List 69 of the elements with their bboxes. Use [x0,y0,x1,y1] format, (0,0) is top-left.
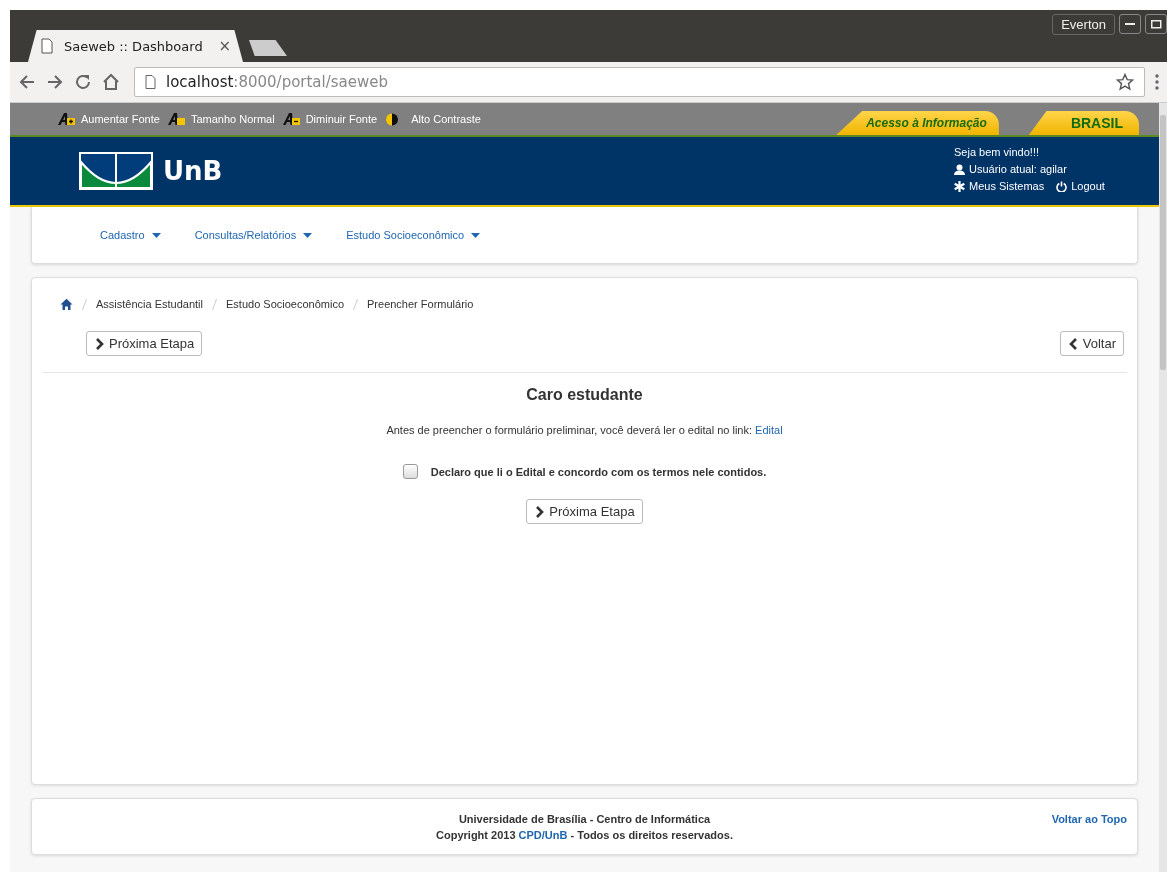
logout-link[interactable]: Logout [1071,180,1105,192]
back-icon [18,73,36,91]
intro-text: Antes de preencher o formulário preliminar, você deverá ler o edital no link: Edital [386,424,783,436]
caret-icon [303,232,313,238]
close-tab-button[interactable]: × [218,37,231,55]
caret-icon [471,232,481,238]
caret-icon [151,232,161,238]
back-to-top-link[interactable]: Voltar ao Topo [1051,813,1127,854]
accessibility-link[interactable]: Alto Contraste [411,113,481,125]
accessibility-link[interactable]: Tamanho Normal [190,113,275,125]
chevron-right-icon [534,505,545,518]
maximize-icon [1150,19,1162,29]
page-icon [40,38,54,54]
menu-icon [1155,73,1159,91]
star-icon [1116,73,1134,91]
profile-button[interactable]: Everton [1052,14,1115,35]
home-icon [102,73,120,91]
logo-text: UnB [163,156,223,186]
bookmark-button[interactable] [1116,73,1134,91]
agreement-label: Declaro que li o Edital e concordo com os termos nele contidos. [430,465,767,478]
contrast-icon [385,112,400,126]
reload-icon [74,73,92,91]
current-user-text: Usuário atual: agilar [969,163,1067,175]
menu-item[interactable]: Cadastro [100,229,161,241]
copyright-text: Copyright 2013 CPD/UnB - Todos os direitos reservados. [436,829,733,841]
new-tab-button[interactable] [249,40,287,56]
agreement-checkbox[interactable] [402,464,418,479]
minimize-button[interactable] [1119,14,1141,34]
browser-tab[interactable]: Saeweb :: Dashboard × [28,30,243,62]
next-step-button[interactable]: Próxima Etapa [526,499,643,524]
back-button[interactable] [18,73,36,91]
back-button[interactable]: Voltar [1059,331,1124,356]
brasil-link[interactable]: BRASIL [1028,111,1139,135]
welcome-text: Seja bem vindo!!! [954,146,1040,158]
cpd-link[interactable]: CPD/UnB [518,829,568,841]
page-icon [145,75,156,89]
maximize-button[interactable] [1145,14,1167,34]
user-icon [954,163,965,175]
next-step-button[interactable]: Próxima Etapa [86,331,203,356]
breadcrumb-item[interactable]: Assistência Estudantil [96,298,203,310]
menu-button[interactable] [1155,73,1159,91]
font-normal-icon [167,112,186,126]
logo-icon [79,152,153,190]
font-increase-icon [58,112,76,126]
address-bar[interactable]: localhost:8000/portal/saeweb [134,67,1145,97]
forward-icon [46,73,64,91]
breadcrumb-item[interactable]: Preencher Formulário [367,298,474,310]
forward-button[interactable] [46,73,64,91]
page-title: Caro estudante [525,386,644,404]
minimize-icon [1125,23,1135,25]
chevron-right-icon [94,337,104,350]
menu-item[interactable]: Consultas/Relatórios [194,229,313,241]
edital-link[interactable]: Edital [755,424,783,436]
url-text: localhost:8000/portal/saeweb [166,73,389,91]
footer-text: Universidade de Brasília - Centro de Informática [458,813,711,825]
menu-item[interactable]: Estudo Socioeconômico [346,229,481,241]
my-systems-link[interactable]: Meus Sistemas [969,180,1045,192]
reload-button[interactable] [74,73,92,91]
font-decrease-icon [282,112,301,126]
home-button[interactable] [102,73,120,91]
chevron-left-icon [1067,337,1078,350]
scrollbar[interactable] [1159,103,1167,872]
accessibility-link[interactable]: Diminuir Fonte [305,113,378,125]
home-icon [60,298,73,310]
asterisk-icon [954,180,965,192]
power-icon [1056,180,1068,192]
access-info-link[interactable]: Acesso à Informação [836,111,999,135]
breadcrumb-item[interactable]: Estudo Socioeconômico [226,298,344,310]
accessibility-link[interactable]: Aumentar Fonte [81,113,160,125]
